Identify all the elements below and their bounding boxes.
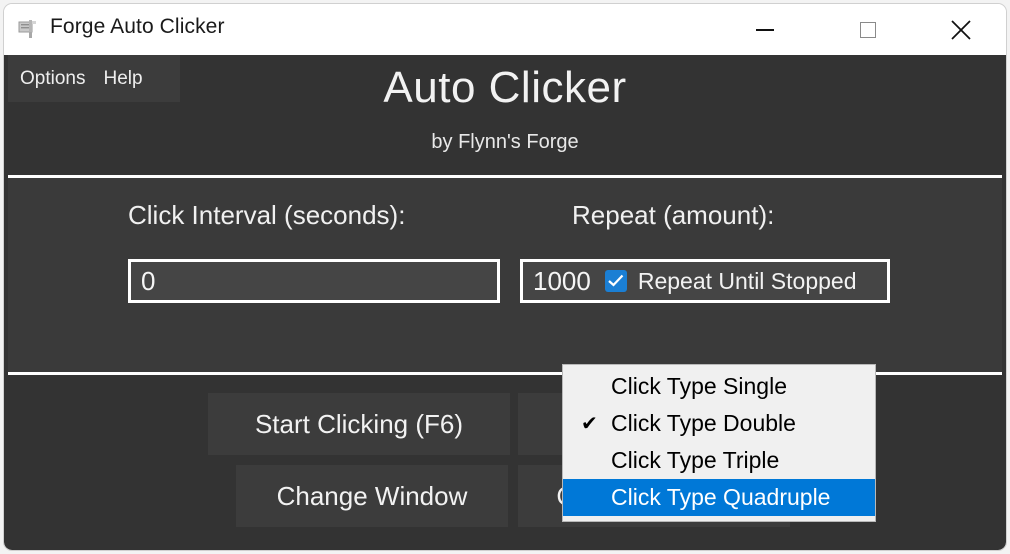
click-interval-value: 0	[141, 265, 156, 296]
repeat-until-stopped-checkbox[interactable]	[604, 270, 627, 292]
repeat-amount-value: 1000	[533, 265, 591, 296]
menu-bar: Options Help	[8, 55, 180, 102]
dropdown-item-double[interactable]: ✔ Click Type Double	[563, 405, 875, 442]
click-interval-label: Click Interval (seconds):	[128, 200, 406, 230]
app-root: Forge Auto Clicker Auto Clicker by Flynn…	[0, 0, 1010, 554]
start-clicking-button[interactable]: Start Clicking (F6)	[208, 393, 510, 455]
window-title: Forge Auto Clicker	[50, 15, 225, 38]
anvil-icon	[16, 17, 40, 41]
repeat-amount-input[interactable]: 1000 Repeat Until Stopped	[520, 259, 890, 303]
maximize-button[interactable]	[837, 4, 899, 55]
click-interval-input[interactable]: 0	[128, 259, 500, 303]
menu-item-help[interactable]: Help	[103, 68, 142, 90]
title-bar: Forge Auto Clicker	[4, 4, 1006, 55]
dropdown-item-label: Click Type Quadruple	[611, 484, 831, 510]
menu-item-options[interactable]: Options	[20, 68, 85, 90]
dropdown-item-single[interactable]: Click Type Single	[563, 368, 875, 405]
check-icon: ✔	[581, 412, 598, 435]
minimize-icon	[756, 28, 774, 31]
close-icon	[950, 19, 972, 41]
dropdown-item-triple[interactable]: Click Type Triple	[563, 442, 875, 479]
repeat-until-stopped-label: Repeat Until Stopped	[637, 267, 857, 294]
settings-panel: Click Interval (seconds): Repeat (amount…	[8, 178, 1002, 536]
dropdown-item-quadruple[interactable]: Click Type Quadruple	[563, 479, 875, 516]
app-subtitle: by Flynn's Forge	[431, 131, 579, 153]
application-window: Forge Auto Clicker Auto Clicker by Flynn…	[4, 4, 1006, 550]
change-window-button[interactable]: Change Window	[236, 465, 508, 527]
dropdown-item-label: Click Type Double	[611, 410, 796, 436]
repeat-amount-label: Repeat (amount):	[572, 200, 775, 230]
dropdown-item-label: Click Type Triple	[611, 447, 780, 473]
click-type-dropdown-menu: Click Type Single ✔ Click Type Double Cl…	[562, 364, 876, 522]
dropdown-item-label: Click Type Single	[611, 373, 787, 399]
minimize-button[interactable]	[734, 4, 796, 55]
maximize-icon	[860, 21, 876, 38]
close-button[interactable]	[930, 4, 992, 55]
